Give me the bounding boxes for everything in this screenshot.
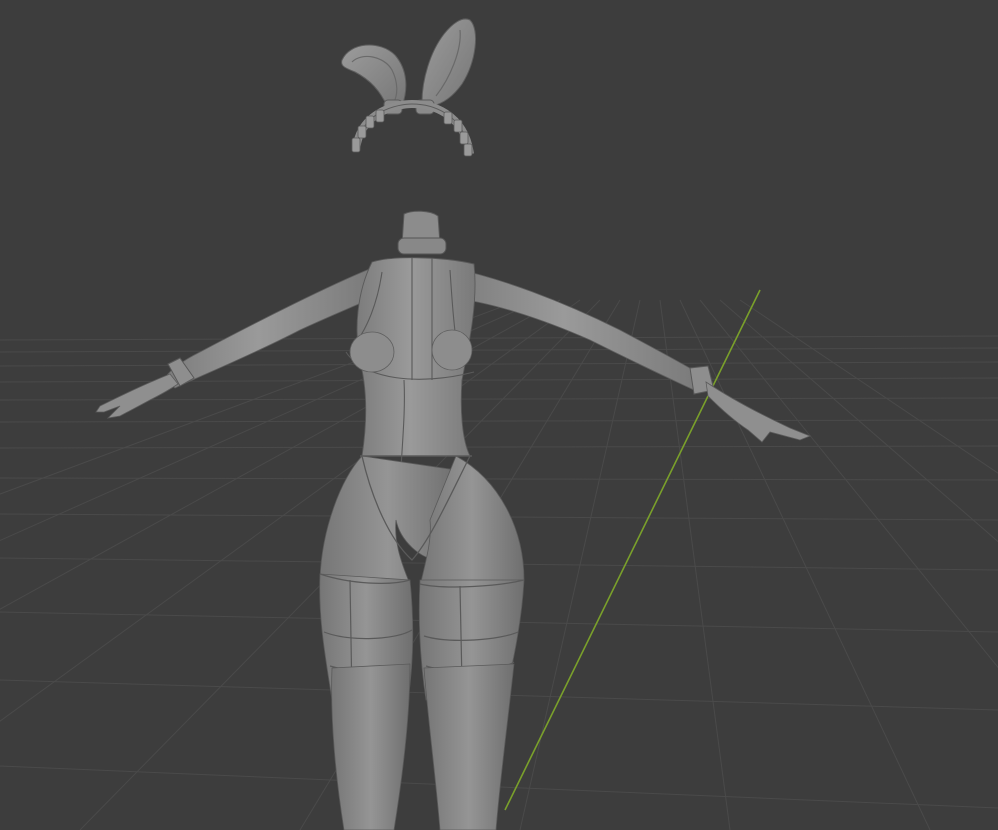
- bunny-ears-headband[interactable]: [341, 18, 476, 157]
- y-axis-line: [504, 289, 761, 811]
- viewport-canvas[interactable]: [0, 0, 998, 830]
- 3d-viewport[interactable]: [0, 0, 998, 830]
